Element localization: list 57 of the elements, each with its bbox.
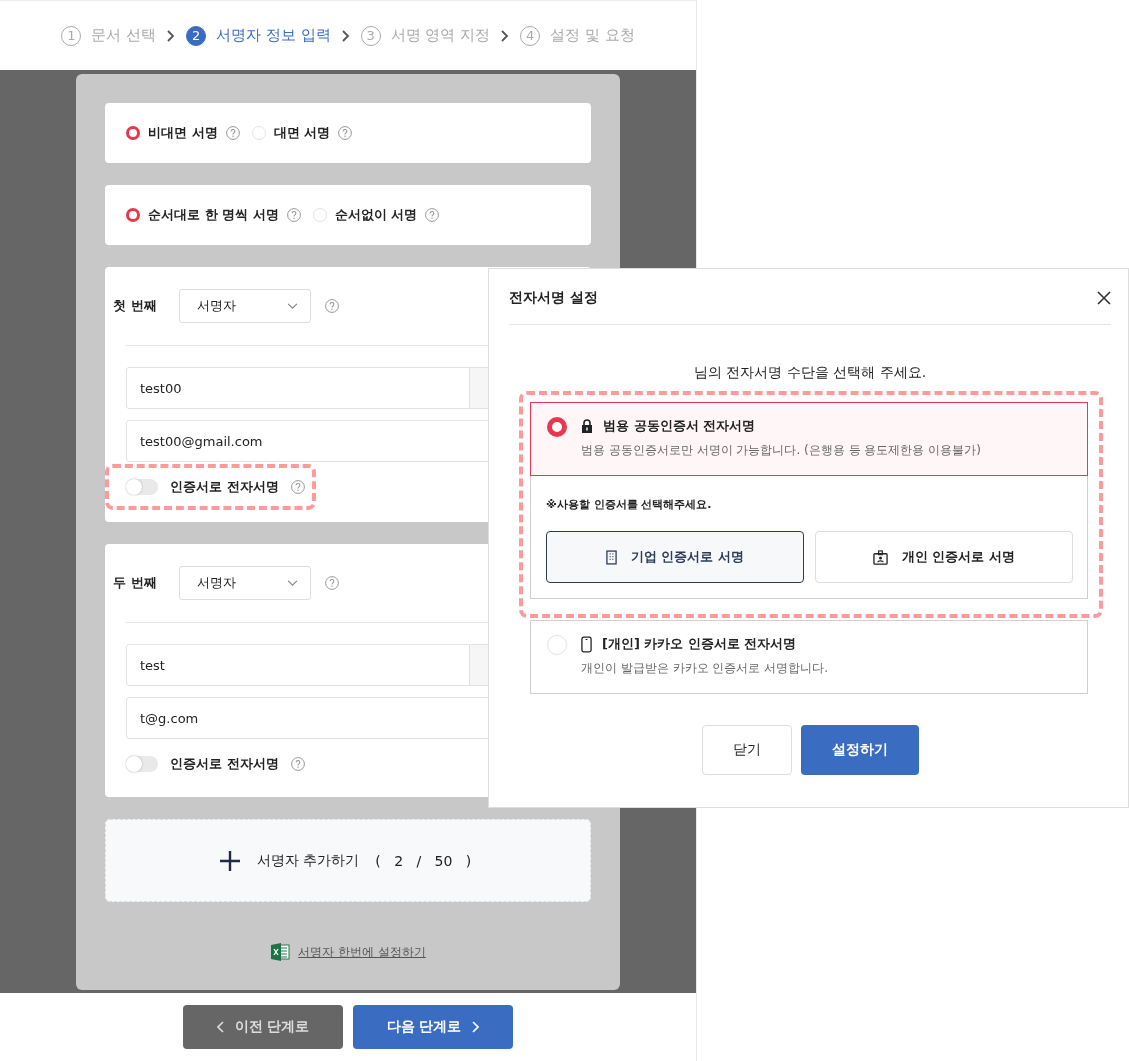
- lock-icon: [581, 419, 593, 433]
- spreadsheet-icon: [270, 942, 291, 962]
- help-icon[interactable]: [225, 126, 240, 140]
- role-select[interactable]: 서명자: [179, 566, 311, 600]
- radio-option[interactable]: 비대면 서명: [126, 124, 218, 142]
- radio-icon[interactable]: [126, 126, 140, 140]
- help-icon[interactable]: [286, 208, 301, 222]
- dialog-title: 전자서명 설정: [509, 288, 598, 307]
- phone-icon: [581, 635, 592, 653]
- toggle-switch[interactable]: [126, 479, 158, 495]
- help-icon[interactable]: [290, 757, 305, 771]
- help-icon[interactable]: [425, 208, 440, 222]
- method-description: 범용 공동인증서로만 서명이 가능합니다. (은행용 등 용도제한용 이용불가): [581, 442, 981, 459]
- role-select[interactable]: 서명자: [179, 289, 311, 323]
- chevron-left-icon: [216, 1021, 225, 1033]
- method-description: 개인이 발급받은 카카오 인증서로 서명합니다.: [581, 660, 829, 677]
- confirm-button[interactable]: 설정하기: [800, 725, 919, 775]
- radio-option[interactable]: 순서없이 서명: [312, 206, 418, 224]
- chevron-right-icon: [340, 29, 351, 42]
- option-label: 대면 서명: [273, 124, 331, 142]
- signer-order-label: 첫 번째: [113, 297, 158, 315]
- add-signer-button[interactable]: 서명자 추가하기 ( 2 / 50 ): [105, 819, 591, 902]
- step-tab[interactable]: 2 서명자 정보 입력: [186, 25, 331, 46]
- certificate-note: ※사용할 인증서를 선택해주세요.: [546, 497, 713, 512]
- signature-method-option[interactable]: 범용 공동인증서 전자서명 범용 공동인증서로만 서명이 가능합니다. (은행용 등 용도제한용 이용불가): [531, 403, 1087, 475]
- toggle-switch[interactable]: [126, 756, 158, 772]
- plus-icon: [218, 849, 241, 872]
- toggle-label: 인증서로 전자서명: [170, 478, 279, 496]
- toggle-label: 인증서로 전자서명: [170, 755, 279, 773]
- radio-icon[interactable]: [547, 417, 567, 437]
- previous-step-button[interactable]: 이전 단계로: [183, 1005, 343, 1049]
- signature-method-option[interactable]: [개인] 카카오 인증서로 전자서명 개인이 발급받은 카카오 인증서로 서명합니다.: [531, 621, 1087, 693]
- chevron-right-icon: [166, 29, 177, 42]
- chevron-right-icon: [500, 29, 511, 42]
- close-button[interactable]: 닫기: [701, 725, 792, 775]
- chevron-right-icon: [471, 1021, 480, 1033]
- certificate-button[interactable]: 개인 인증서로 서명: [815, 531, 1073, 583]
- option-label: 비대면 서명: [148, 124, 218, 142]
- radio-icon[interactable]: [126, 208, 140, 222]
- building-icon: [605, 549, 617, 565]
- id-badge-icon: [872, 549, 888, 565]
- help-icon[interactable]: [290, 480, 305, 494]
- help-icon[interactable]: [338, 126, 353, 140]
- chevron-down-icon: [287, 579, 298, 587]
- method-title: 범용 공동인증서 전자서명: [603, 417, 756, 435]
- help-icon[interactable]: [325, 299, 339, 313]
- chevron-down-icon: [287, 302, 298, 310]
- bulk-setup-link[interactable]: 서명자 한번에 설정하기: [298, 943, 426, 961]
- certificate-button[interactable]: 기업 인증서로 서명: [546, 531, 804, 583]
- radio-option[interactable]: 대면 서명: [251, 124, 331, 142]
- signer-order-label: 두 번째: [113, 574, 158, 592]
- help-icon[interactable]: [325, 576, 339, 590]
- next-step-button[interactable]: 다음 단계로: [353, 1005, 513, 1049]
- dialog-prompt: 님의 전자서명 수단을 선택해 주세요.: [692, 364, 928, 382]
- close-icon[interactable]: [1097, 290, 1111, 305]
- option-label: 순서없이 서명: [334, 206, 418, 224]
- method-title: [개인] 카카오 인증서로 전자서명: [602, 635, 797, 653]
